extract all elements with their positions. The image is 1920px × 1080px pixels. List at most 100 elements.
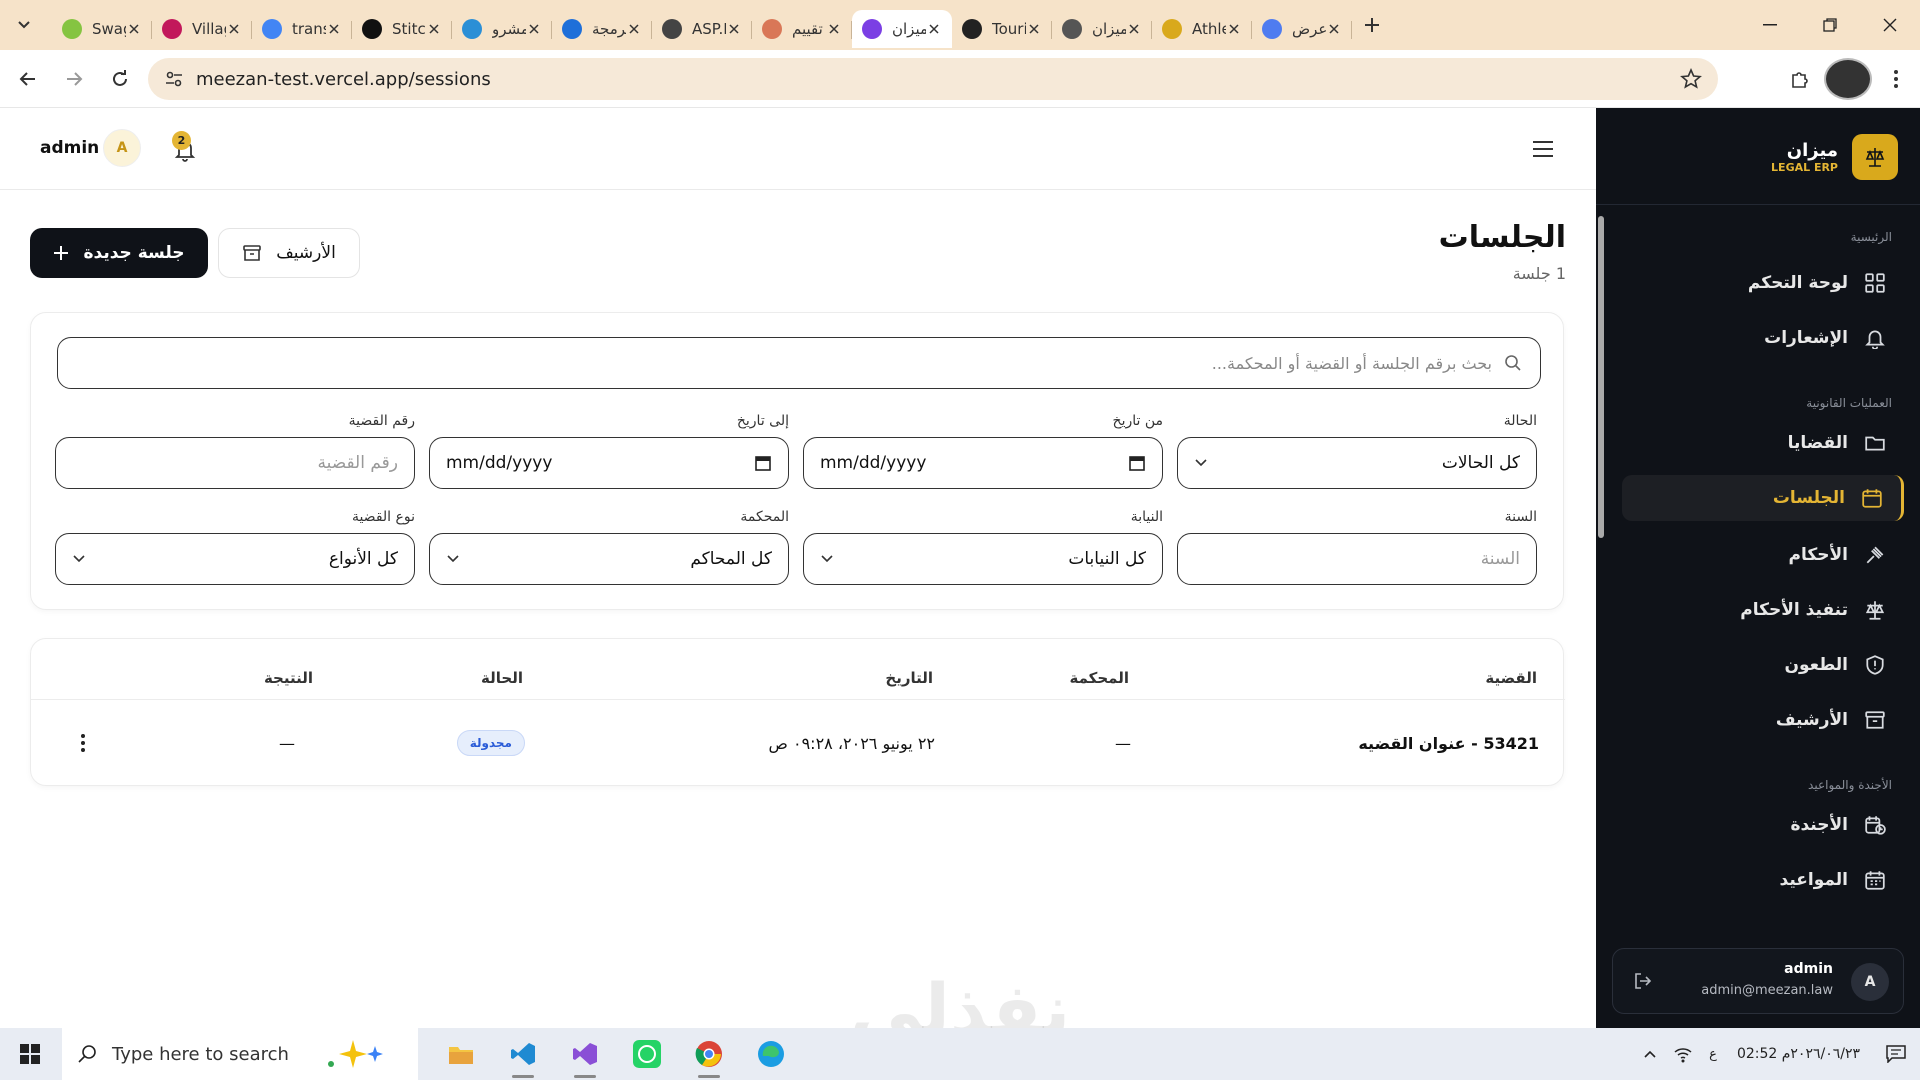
status-select[interactable]: كل الحالات	[1177, 437, 1537, 489]
menu-toggle-button[interactable]	[1528, 134, 1558, 164]
browser-tab[interactable]: عرض	[1252, 10, 1352, 48]
table-row[interactable]: 53421 - عنوان القضيه — ٢٢ يونيو ٢٠٢٦، ٠٩…	[31, 699, 1565, 785]
case-type-select[interactable]: كل الأنواع	[55, 533, 415, 585]
sidebar-item[interactable]: المواعيد	[1622, 857, 1904, 903]
col-header-court[interactable]: المحكمة	[1069, 669, 1129, 687]
new-tab-button[interactable]	[1356, 9, 1388, 41]
close-tab-button[interactable]	[926, 21, 942, 37]
reload-button[interactable]	[102, 61, 138, 97]
url-text[interactable]: meezan-test.vercel.app/sessions	[196, 69, 491, 90]
app-viewport: admin A 2 الجلسات 1 جلسة جلسة جديدة الأر…	[0, 108, 1920, 1052]
sidebar-divider	[1596, 204, 1920, 205]
athle-icon	[1162, 19, 1182, 39]
sidebar-item[interactable]: الإشعارات	[1622, 315, 1904, 361]
close-tab-button[interactable]	[1126, 21, 1142, 37]
sidebar-user-card[interactable]: A admin admin@meezan.law	[1612, 948, 1904, 1014]
browser-tab[interactable]: مشرو	[452, 10, 552, 48]
to-date-input[interactable]: mm/dd/yyyy	[429, 437, 789, 489]
browser-tab[interactable]: Athle	[1152, 10, 1252, 48]
chrome-app[interactable]	[678, 1028, 740, 1080]
browser-tab[interactable]: Touri	[952, 10, 1052, 48]
edge-app[interactable]	[740, 1028, 802, 1080]
close-tab-button[interactable]	[126, 21, 142, 37]
browser-tab[interactable]: برمجة	[552, 10, 652, 48]
case-number-input[interactable]: رقم القضية	[55, 437, 415, 489]
col-header-date[interactable]: التاريخ	[885, 669, 933, 687]
bookmark-star-icon[interactable]	[1680, 68, 1702, 90]
profile-button[interactable]	[1824, 58, 1872, 100]
close-tab-button[interactable]	[426, 21, 442, 37]
restore-button[interactable]	[1800, 0, 1860, 50]
browser-tab[interactable]: Stitch	[352, 10, 452, 48]
browser-tab[interactable]: ميزان	[1052, 10, 1152, 48]
close-window-button[interactable]	[1860, 0, 1920, 50]
header-user-name[interactable]: admin	[40, 138, 99, 158]
start-button[interactable]	[0, 1028, 60, 1080]
taskbar-search[interactable]: Type here to search	[62, 1028, 418, 1080]
col-header-status[interactable]: الحالة	[481, 669, 523, 687]
close-icon	[529, 24, 539, 34]
browser-tab-title: عرض	[1292, 20, 1326, 38]
language-indicator[interactable]: ع	[1701, 1028, 1725, 1080]
close-tab-button[interactable]	[826, 21, 842, 37]
brand[interactable]: ميزان LEGAL ERP	[1771, 134, 1898, 180]
browser-tab[interactable]: ASP.N	[652, 10, 752, 48]
section-agenda: الأجندة والمواعيد	[1808, 778, 1892, 792]
close-tab-button[interactable]	[326, 21, 342, 37]
close-tab-button[interactable]	[1326, 21, 1342, 37]
browser-tab[interactable]: trans	[252, 10, 352, 48]
from-date-input[interactable]: mm/dd/yyyy	[803, 437, 1163, 489]
logout-button[interactable]	[1633, 971, 1653, 991]
close-tab-button[interactable]	[1226, 21, 1242, 37]
archive-button[interactable]: الأرشيف	[218, 228, 360, 278]
close-tab-button[interactable]	[626, 21, 642, 37]
new-session-button[interactable]: جلسة جديدة	[30, 228, 208, 278]
address-bar[interactable]: meezan-test.vercel.app/sessions	[148, 58, 1718, 100]
back-button[interactable]	[10, 61, 46, 97]
extensions-button[interactable]	[1776, 58, 1824, 100]
close-tab-button[interactable]	[226, 21, 242, 37]
minimize-button[interactable]	[1740, 0, 1800, 50]
sidebar-item[interactable]: الأحكام	[1622, 532, 1904, 578]
sidebar-item[interactable]: الأرشيف	[1622, 697, 1904, 743]
sidebar-item[interactable]: تنفيذ الأحكام	[1622, 587, 1904, 633]
browser-tab[interactable]: ميزان	[852, 10, 952, 48]
sidebar-item[interactable]: القضايا	[1622, 420, 1904, 466]
year-input[interactable]: السنة	[1177, 533, 1537, 585]
clock-time: 02:52 م	[1736, 1046, 1791, 1062]
new-session-label: جلسة جديدة	[83, 243, 185, 263]
browser-tab[interactable]: تقييم	[752, 10, 852, 48]
whatsapp-app[interactable]	[616, 1028, 678, 1080]
search-input[interactable]: بحث برقم الجلسة أو القضية أو المحكمة...	[57, 337, 1541, 389]
col-header-case[interactable]: القضية	[1485, 669, 1537, 687]
notifications-button[interactable]	[1872, 1028, 1920, 1080]
cell-case[interactable]: 53421 - عنوان القضيه	[1358, 734, 1539, 753]
prosecution-select[interactable]: كل النيابات	[803, 533, 1163, 585]
forward-button[interactable]	[56, 61, 92, 97]
sidebar-item[interactable]: الطعون	[1622, 642, 1904, 688]
chat-icon	[1886, 1045, 1906, 1063]
close-tab-button[interactable]	[526, 21, 542, 37]
page-scrollbar[interactable]	[1598, 216, 1604, 538]
network-button[interactable]	[1665, 1028, 1701, 1080]
court-select[interactable]: كل المحاكم	[429, 533, 789, 585]
header-user-avatar[interactable]: A	[103, 129, 141, 167]
tab-search-button[interactable]	[12, 13, 36, 37]
row-actions-button[interactable]	[73, 730, 93, 756]
sidebar-item[interactable]: الجلسات	[1622, 475, 1904, 521]
sidebar-item[interactable]: لوحة التحكم	[1622, 260, 1904, 306]
visual-studio-app[interactable]	[554, 1028, 616, 1080]
file-explorer-app[interactable]	[430, 1028, 492, 1080]
browser-menu-button[interactable]	[1872, 58, 1920, 100]
close-tab-button[interactable]	[1026, 21, 1042, 37]
browser-tab[interactable]: Swag	[52, 10, 152, 48]
clock[interactable]: 02:52 م ٢٠٢٦/٠٦/٢٣	[1725, 1028, 1872, 1080]
site-info-icon[interactable]	[164, 69, 184, 89]
col-header-result[interactable]: النتيجة	[264, 669, 313, 687]
browser-tab[interactable]: Villag	[152, 10, 252, 48]
sidebar-item[interactable]: الأجندة	[1622, 802, 1904, 848]
tray-overflow-button[interactable]	[1635, 1028, 1665, 1080]
close-tab-button[interactable]	[726, 21, 742, 37]
vscode-app[interactable]	[492, 1028, 554, 1080]
scale-logo-icon	[1852, 134, 1898, 180]
